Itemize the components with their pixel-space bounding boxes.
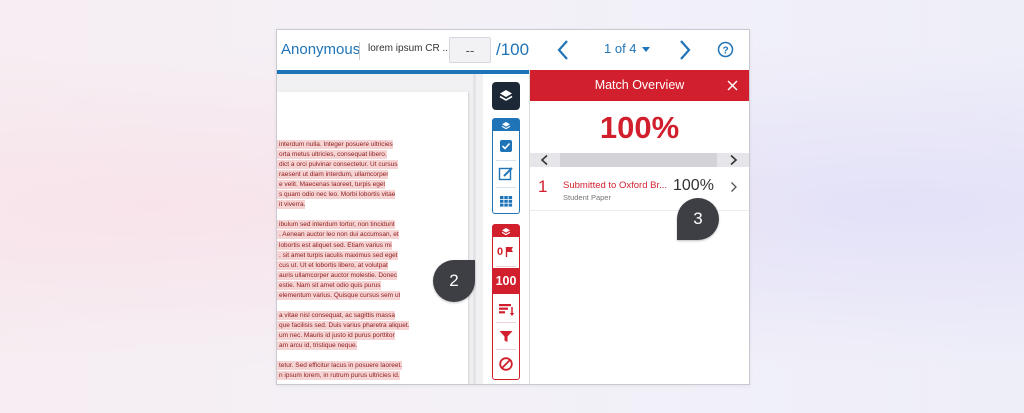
callout-marker: 2 bbox=[433, 260, 475, 302]
document-text-line: a vitae nisl consequat, ac sagittis mass… bbox=[277, 310, 395, 320]
exclude-sources-button[interactable] bbox=[493, 351, 519, 377]
document-text-line bbox=[277, 210, 279, 219]
header-separator bbox=[359, 42, 360, 60]
document-text-line: lobortis est aliquet sed. Etiam varius m… bbox=[277, 240, 392, 250]
document-text-line: s quam odio nec leo. Morbi lobortis vita… bbox=[277, 190, 396, 200]
source-scroller bbox=[530, 153, 749, 167]
callout-number: 3 bbox=[693, 209, 703, 228]
document-text-line: raesent ut diam interdum, ullamcorper bbox=[277, 170, 389, 180]
callout-number: 2 bbox=[449, 271, 459, 290]
match-source-name: Submitted to Oxford Br... bbox=[563, 180, 668, 191]
match-overview-title: Match Overview bbox=[594, 78, 685, 92]
flags-button[interactable]: 0 bbox=[493, 239, 519, 265]
flag-icon bbox=[505, 247, 513, 257]
sort-icon bbox=[499, 304, 515, 316]
document-text-line: dict a orci pulvinar consectetur. Ut cur… bbox=[277, 160, 398, 170]
match-percentage: 100% bbox=[673, 177, 714, 194]
layers-toggle-button[interactable] bbox=[492, 82, 520, 110]
quickmark-layer-header bbox=[493, 119, 519, 131]
grade-max: /100 bbox=[496, 40, 530, 59]
scroll-right-button[interactable] bbox=[717, 153, 749, 167]
feedback-studio-window: Anonymous lorem ipsum CR ... /100 1 of 4… bbox=[276, 29, 750, 385]
document-text-line: it viverra. bbox=[277, 200, 306, 210]
svg-text:?: ? bbox=[722, 45, 728, 56]
document-text-line: am arcu id, tristique neque. bbox=[277, 341, 358, 350]
student-selector[interactable]: 1 of 4 bbox=[604, 41, 651, 56]
layers-icon bbox=[499, 90, 513, 101]
chevron-left-icon bbox=[540, 154, 548, 166]
header-bar: Anonymous lorem ipsum CR ... /100 1 of 4… bbox=[277, 30, 749, 70]
document-text-line: que facilisis sed. Duis varius pharetra … bbox=[277, 320, 410, 330]
document-text-line: auris ullamcorper auctor molestie. Donec bbox=[277, 270, 398, 280]
match-number: 1 bbox=[538, 177, 548, 196]
next-student-button[interactable] bbox=[675, 37, 695, 63]
grade-input[interactable] bbox=[449, 37, 491, 63]
check-icon bbox=[500, 140, 512, 152]
grid-icon bbox=[500, 196, 513, 207]
similarity-layer-header bbox=[493, 225, 519, 237]
chevron-right-icon bbox=[680, 40, 691, 60]
document-text-line bbox=[277, 301, 279, 310]
similarity-layer-group: 0 100 bbox=[492, 224, 520, 380]
document-text-line: interdum nulla. Integer posuere ultricie… bbox=[277, 140, 393, 149]
document-text-line: um nec. Mauris id justo id purus porttit… bbox=[277, 330, 395, 340]
overall-similarity-score: 100% bbox=[599, 110, 680, 145]
document-text-line: estie. Nam sit amet odio quis purus bbox=[277, 280, 381, 290]
toolbar-divider bbox=[496, 349, 516, 350]
chevron-left-icon bbox=[557, 40, 568, 60]
layers-icon bbox=[501, 122, 511, 130]
rubric-grid-button[interactable] bbox=[493, 188, 519, 214]
document-scrollbar[interactable] bbox=[473, 74, 476, 384]
callout-marker: 3 bbox=[677, 198, 719, 240]
student-position: 1 of 4 bbox=[604, 41, 637, 56]
assignment-title: lorem ipsum CR ... bbox=[368, 43, 451, 54]
help-button[interactable]: ? bbox=[717, 41, 734, 58]
document-text-line: elementum varius. Quisque cursus sem ut bbox=[277, 290, 401, 300]
document-text-line bbox=[277, 351, 279, 360]
close-panel-button[interactable] bbox=[726, 79, 739, 92]
document-text-line: e velit. Maecenas laoreet, turpis eget bbox=[277, 180, 386, 190]
help-icon: ? bbox=[717, 41, 734, 58]
chevron-right-icon bbox=[731, 182, 737, 192]
layers-icon bbox=[501, 228, 511, 236]
toolbar-divider bbox=[496, 266, 516, 267]
match-list-item[interactable]: 1 Submitted to Oxford Br... Student Pape… bbox=[530, 170, 749, 211]
similarity-score-button[interactable]: 100 bbox=[493, 268, 519, 294]
filter-icon bbox=[499, 331, 513, 342]
previous-student-button[interactable] bbox=[554, 37, 574, 63]
document-text-line: n ipsum lorem, in rutrum purus ultricies… bbox=[277, 371, 400, 381]
quickmark-check-button[interactable] bbox=[493, 133, 519, 159]
document-viewer[interactable]: interdum nulla. Integer posuere ultricie… bbox=[277, 74, 483, 384]
close-icon bbox=[727, 80, 738, 91]
chevron-right-icon bbox=[730, 154, 738, 166]
caret-down-icon bbox=[642, 46, 651, 52]
filter-button[interactable] bbox=[493, 323, 519, 349]
document-text-line: ibulum sed interdum tortor, non tincidun… bbox=[277, 220, 395, 230]
document-text-line: . Aenean auctor leo non dui accumsan, et bbox=[277, 230, 399, 240]
match-source-type: Student Paper bbox=[563, 193, 611, 202]
exclude-icon bbox=[499, 357, 513, 371]
document-text-line: cus ut. Ut et lobortis libero, at volutp… bbox=[277, 260, 388, 270]
document-text-line: orta metus ultricies, consequat libero. bbox=[277, 150, 387, 160]
scroll-left-button[interactable] bbox=[530, 153, 560, 167]
edit-icon bbox=[498, 167, 513, 181]
comment-edit-button[interactable] bbox=[493, 161, 519, 187]
similarity-score: 100 bbox=[495, 274, 517, 288]
student-name[interactable]: Anonymous bbox=[281, 41, 360, 58]
sort-matches-button[interactable] bbox=[493, 296, 519, 322]
document-text-line: . sit amet turpis iaculis maximus sed eg… bbox=[277, 250, 398, 260]
document-text-line: tetur. Sed efficitur lacus in posuere la… bbox=[277, 361, 403, 371]
quickmark-layer-group bbox=[492, 118, 520, 214]
document-page: interdum nulla. Integer posuere ultricie… bbox=[277, 92, 469, 384]
match-overview-header: Match Overview bbox=[530, 70, 749, 101]
